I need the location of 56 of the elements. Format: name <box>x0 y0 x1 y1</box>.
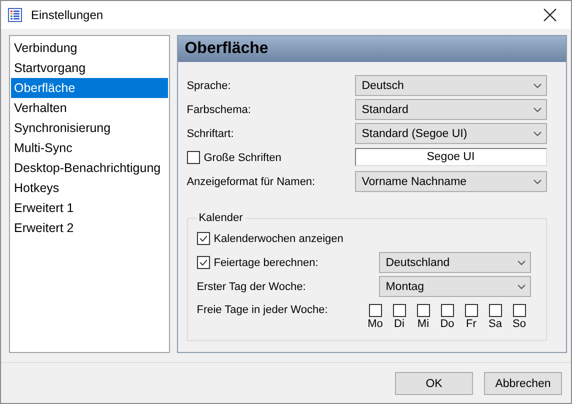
category-item[interactable]: Oberfläche <box>11 78 168 98</box>
window-title: Einstellungen <box>31 8 104 22</box>
chevron-down-icon <box>532 178 542 184</box>
dialog-button[interactable]: OK <box>395 372 473 395</box>
dropdown[interactable]: Vorname Nachname <box>354 171 547 192</box>
category-item[interactable]: Desktop-Benachrichtigung <box>11 158 168 178</box>
day-label: So <box>512 318 526 330</box>
dropdown[interactable]: Deutschland <box>378 252 531 273</box>
checkbox-label: Große Schriften <box>204 152 282 164</box>
category-item[interactable]: Erweitert 1 <box>11 198 168 218</box>
close-icon[interactable] <box>543 8 557 22</box>
checkbox[interactable] <box>488 304 502 317</box>
checkbox[interactable] <box>196 232 210 245</box>
checkbox[interactable] <box>440 304 454 317</box>
day-label: Do <box>440 318 454 330</box>
panel-title: Oberfläche <box>184 40 268 58</box>
checkbox[interactable] <box>416 304 430 317</box>
category-item[interactable]: Erweitert 2 <box>11 218 168 238</box>
list-icon <box>7 7 23 23</box>
chevron-down-icon <box>532 106 542 112</box>
category-item[interactable]: Startvorgang <box>11 58 168 78</box>
dropdown[interactable]: Montag <box>378 276 531 297</box>
day-label: Di <box>394 318 404 330</box>
dropdown[interactable]: Deutsch <box>354 75 547 96</box>
day-label: Mi <box>417 318 430 330</box>
checkbox-label: Kalenderwochen anzeigen <box>214 232 344 244</box>
category-item[interactable]: Hotkeys <box>11 178 168 198</box>
day-label: Fr <box>466 318 476 330</box>
field-label: Erster Tag der Woche: <box>196 280 306 292</box>
checkbox[interactable] <box>392 304 406 317</box>
checkbox[interactable] <box>186 151 200 164</box>
checkbox[interactable] <box>512 304 526 317</box>
dropdown[interactable]: Standard <box>354 99 547 120</box>
field-label: Schriftart: <box>186 128 234 140</box>
checkbox[interactable] <box>196 256 210 269</box>
checkbox-label: Feiertage berechnen: <box>214 256 318 268</box>
chevron-down-icon <box>532 82 542 88</box>
dialog-button[interactable]: Abbrechen <box>484 372 562 395</box>
category-item[interactable]: Verhalten <box>11 98 168 118</box>
chevron-down-icon <box>516 260 526 266</box>
checkbox[interactable] <box>464 304 478 317</box>
chevron-down-icon <box>516 284 526 290</box>
font-preview-field: Segoe UI <box>354 148 547 166</box>
day-label: Sa <box>488 318 502 330</box>
day-label: Mo <box>368 318 383 330</box>
group-title: Kalender <box>198 212 244 224</box>
field-label: Farbschema: <box>186 104 251 116</box>
category-item[interactable]: Synchronisierung <box>11 118 168 138</box>
checkbox[interactable] <box>368 304 382 317</box>
dropdown[interactable]: Standard (Segoe UI) <box>354 123 547 144</box>
chevron-down-icon <box>532 130 542 136</box>
category-item[interactable]: Verbindung <box>11 38 168 58</box>
field-label: Anzeigeformat für Namen: <box>186 176 316 188</box>
field-label: Sprache: <box>186 80 231 92</box>
category-item[interactable]: Multi-Sync <box>11 138 168 158</box>
field-label: Freie Tage in jeder Woche: <box>196 304 328 316</box>
